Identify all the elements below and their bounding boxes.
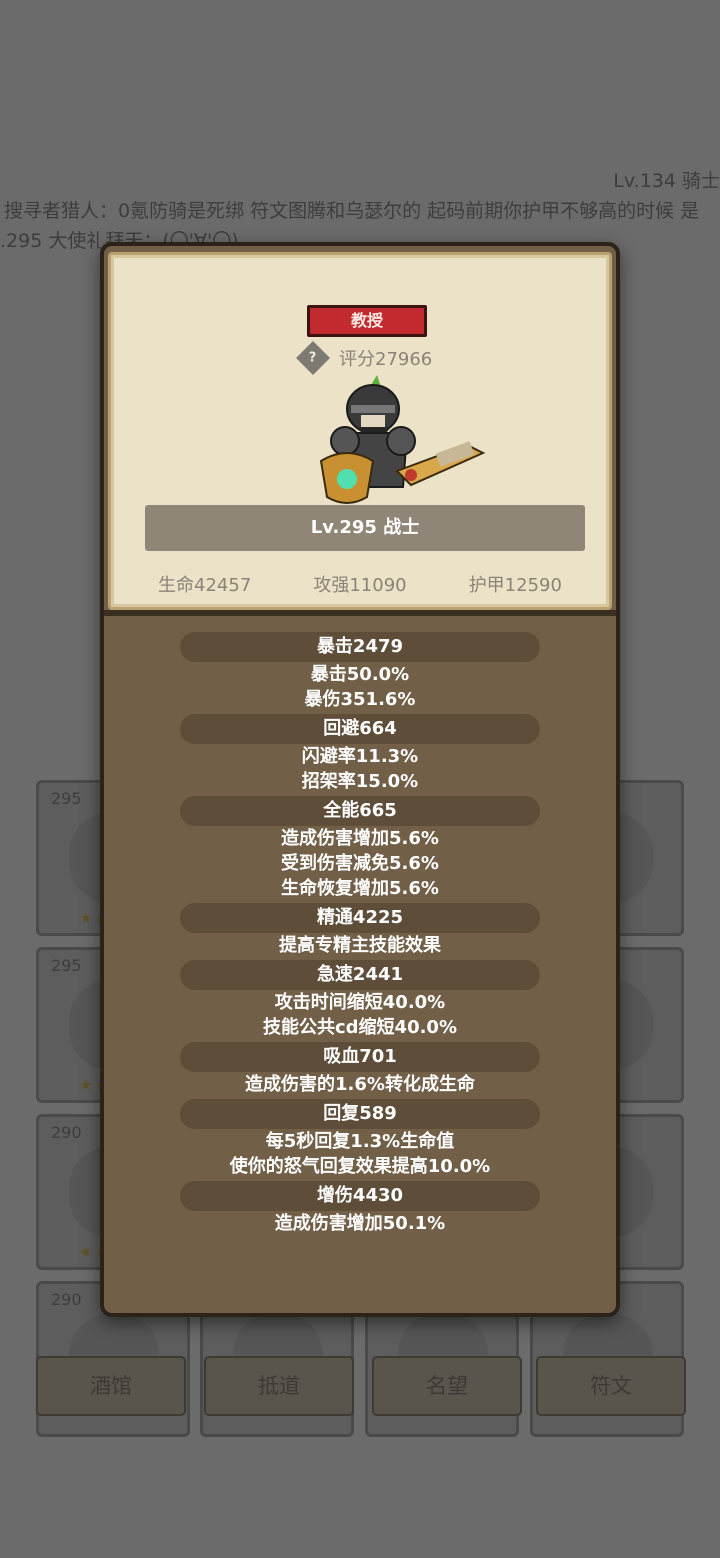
bg-chat-line: 搜寻者猎人：0氪防骑是死绑 符文图腾和乌瑟尔的 起码前期你护甲不够高的时候 是	[4, 200, 700, 222]
help-icon-glyph: ?	[309, 350, 317, 366]
stat-group-haste: 急速2441 攻击时间缩短40.0% 技能公共cd缩短40.0%	[180, 958, 540, 1040]
stat-header: 急速2441	[180, 960, 540, 990]
stat-group-damage-bonus: 增伤4430 造成伤害增加50.1%	[180, 1179, 540, 1236]
nav-button-tavern: 酒馆	[36, 1356, 186, 1416]
stat-line: 闪避率11.3%	[301, 746, 419, 767]
card-level: 295	[51, 956, 82, 975]
stat-armor: 护甲12590	[468, 575, 562, 596]
nav-button-fame: 名望	[372, 1356, 522, 1416]
stat-line: 造成伤害增加5.6%	[281, 828, 439, 849]
score-row: ? 评分27966	[296, 341, 433, 375]
stat-line: 使你的怒气回复效果提高10.0%	[229, 1156, 491, 1177]
nav-button-runes: 符文	[536, 1356, 686, 1416]
stat-group-lifesteal: 吸血701 造成伤害的1.6%转化成生命	[180, 1040, 540, 1097]
stat-line: 技能公共cd缩短40.0%	[262, 1017, 457, 1038]
stat-header: 回避664	[180, 714, 540, 744]
stat-line: 招架率15.0%	[301, 771, 419, 792]
card-level: 290	[51, 1123, 82, 1142]
stat-line: 造成伤害增加50.1%	[274, 1213, 446, 1234]
stat-line: 生命恢复增加5.6%	[281, 878, 439, 899]
stat-header: 精通4225	[180, 903, 540, 933]
hero-detail-modal: 教授 ? 评分27966 Lv.295 战士 生命42457 攻强11090 护…	[100, 242, 620, 1317]
title-badge: 教授	[307, 305, 427, 337]
stat-group-versatility: 全能665 造成伤害增加5.6% 受到伤害减免5.6% 生命恢复增加5.6%	[180, 794, 540, 901]
stat-group-avoidance: 回避664 闪避率11.3% 招架率15.0%	[180, 712, 540, 794]
card-level: 295	[51, 789, 82, 808]
warrior-hero-sprite	[319, 375, 486, 504]
card-level: 290	[51, 1290, 82, 1309]
hero-info-panel: 教授 ? 评分27966 Lv.295 战士 生命42457 攻强11090 护…	[108, 252, 612, 610]
stat-header: 全能665	[180, 796, 540, 826]
stat-line: 提高专精主技能效果	[279, 935, 441, 956]
help-icon[interactable]: ?	[296, 341, 330, 375]
stat-line: 暴击50.0%	[310, 664, 410, 685]
stat-attack: 攻强11090	[313, 575, 407, 596]
panel-divider	[104, 610, 616, 616]
bg-level-title: Lv.134 骑士	[613, 170, 720, 192]
secondary-stats-list: 暴击2479 暴击50.0% 暴伤351.6% 回避664 闪避率11.3% 招…	[104, 630, 616, 1236]
stat-header: 增伤4430	[180, 1181, 540, 1211]
main-stats-row: 生命42457 攻强11090 护甲12590	[111, 571, 609, 597]
stat-group-regen: 回复589 每5秒回复1.3%生命值 使你的怒气回复效果提高10.0%	[180, 1097, 540, 1179]
stat-line: 每5秒回复1.3%生命值	[265, 1131, 455, 1152]
stat-header: 吸血701	[180, 1042, 540, 1072]
stat-line: 造成伤害的1.6%转化成生命	[245, 1074, 475, 1095]
stat-group-mastery: 精通4225 提高专精主技能效果	[180, 901, 540, 958]
stat-line: 攻击时间缩短40.0%	[274, 992, 446, 1013]
hero-name-bar: Lv.295 战士	[145, 505, 585, 551]
stat-header: 暴击2479	[180, 632, 540, 662]
score-text: 评分27966	[339, 349, 433, 370]
stat-group-crit: 暴击2479 暴击50.0% 暴伤351.6%	[180, 630, 540, 712]
nav-button-road: 抵道	[204, 1356, 354, 1416]
stat-header: 回复589	[180, 1099, 540, 1129]
stat-hp: 生命42457	[158, 575, 252, 596]
stat-line: 受到伤害减免5.6%	[281, 853, 439, 874]
stat-line: 暴伤351.6%	[304, 689, 416, 710]
